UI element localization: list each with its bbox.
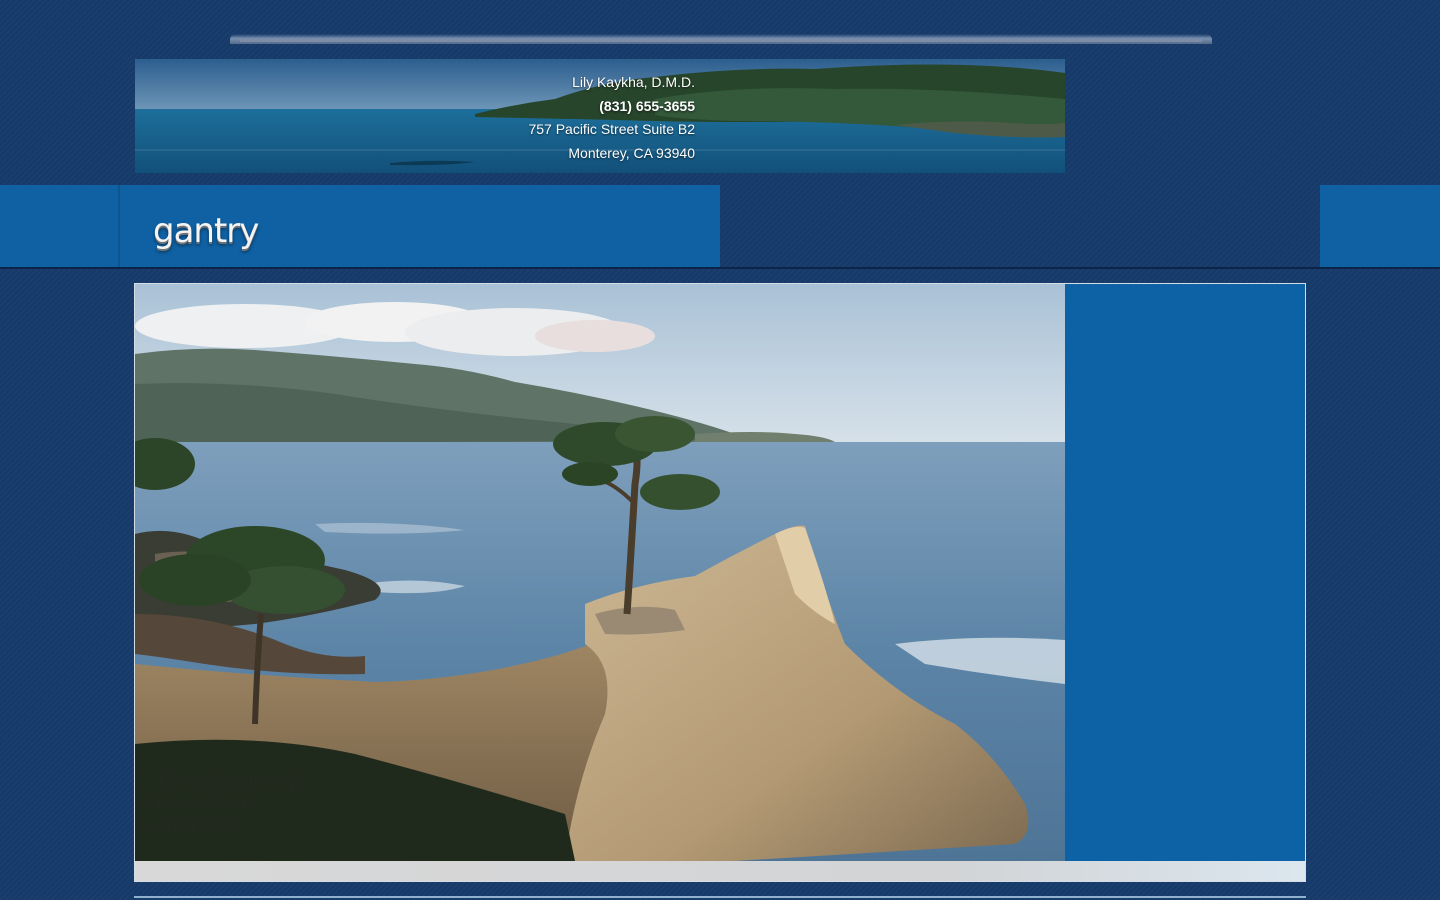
nav-logo-area: gantry bbox=[0, 185, 720, 267]
showcase-footer-strip bbox=[135, 861, 1305, 881]
navigation-band: gantry bbox=[0, 185, 1440, 269]
site-logo[interactable]: gantry bbox=[153, 211, 259, 251]
nav-right-block bbox=[1320, 185, 1440, 267]
phone-number[interactable]: (831) 655-3655 bbox=[510, 95, 695, 119]
street-address: 757 Pacific Street Suite B2 bbox=[528, 121, 695, 137]
showcase-caption: The only source of knowledge is experien… bbox=[156, 770, 297, 835]
doctor-name: Lily Kaykha, D.M.D. bbox=[572, 74, 695, 90]
showcase-photo: The only source of knowledge is experien… bbox=[135, 284, 1065, 861]
city-address: Monterey, CA 93940 bbox=[568, 144, 695, 161]
bottom-divider-line bbox=[134, 896, 1306, 898]
contact-info: Lily Kaykha, D.M.D. (831) 655-3655 757 P… bbox=[510, 71, 695, 165]
showcase-slider: The only source of knowledge is experien… bbox=[134, 283, 1306, 882]
showcase-side-panel bbox=[1065, 284, 1305, 861]
header-banner: Lily Kaykha, D.M.D. (831) 655-3655 757 P… bbox=[135, 59, 1065, 173]
nav-divider bbox=[118, 185, 120, 267]
top-decorative-line bbox=[240, 39, 1202, 42]
